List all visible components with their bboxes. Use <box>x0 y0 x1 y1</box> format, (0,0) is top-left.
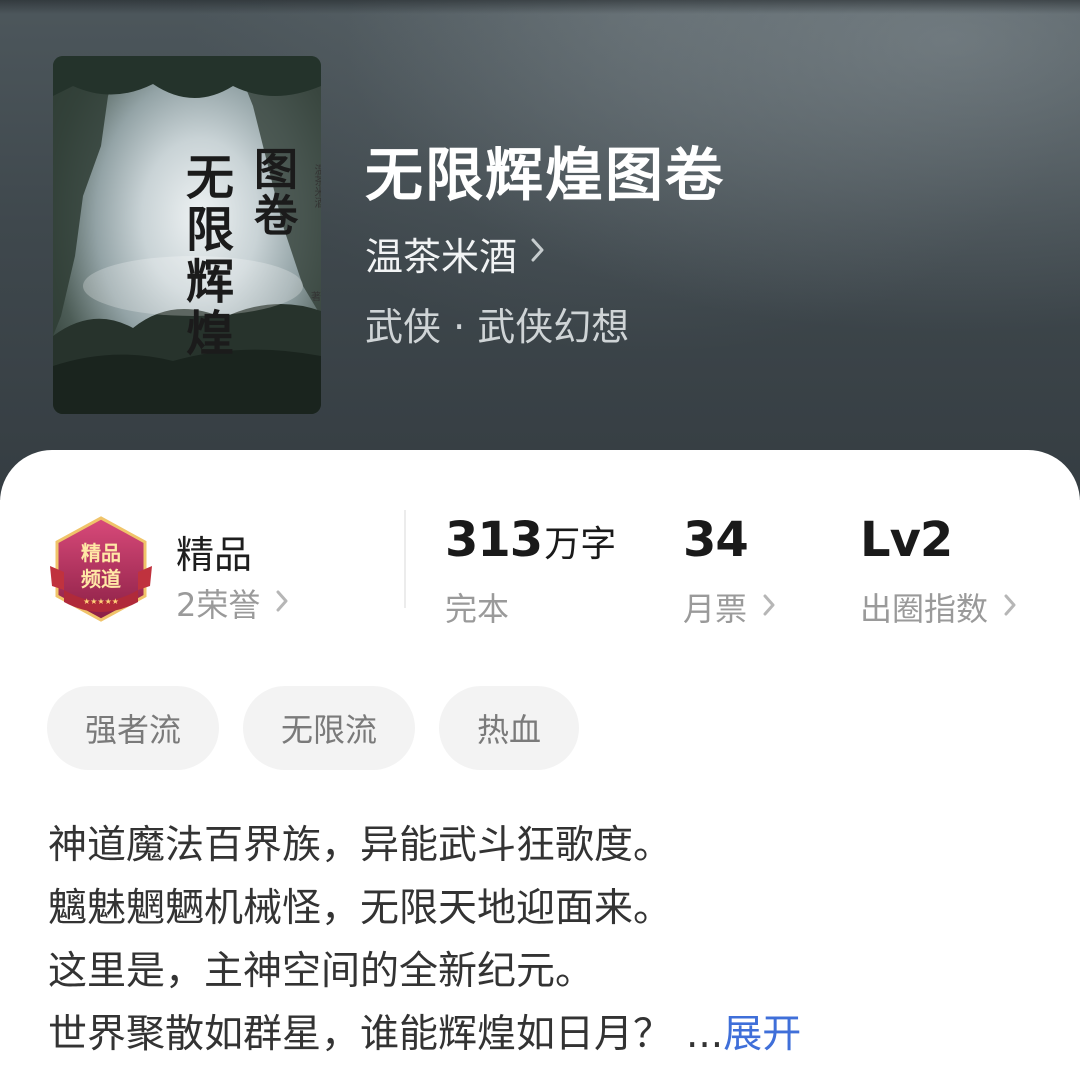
cover-title-main: 无限辉煌 <box>177 152 233 360</box>
cover-author: 温茶米酒 <box>313 164 321 208</box>
chevron-right-icon <box>276 587 288 620</box>
expand-description-button[interactable]: 展开 <box>723 1012 801 1057</box>
description-line: 魑魅魍魉机械怪，无限天地迎面来。 <box>48 886 673 931</box>
stats-divider <box>404 510 406 608</box>
monthly-ticket-count: 34 <box>683 512 749 568</box>
book-detail-sheet: 精品 频道 ★★★★★ 精品 2荣誉 313万字 完本 34 月票 Lv2 出圈… <box>0 450 1080 1080</box>
tag-list: 强者流 无限流 热血 <box>47 686 603 770</box>
tag-chip[interactable]: 无限流 <box>243 686 416 770</box>
book-genre[interactable]: 武侠 · 武侠幻想 <box>365 296 629 351</box>
description-line: 神道魔法百界族，异能武斗狂歌度。 <box>48 823 673 868</box>
breakout-index-link[interactable]: 出圈指数 <box>860 584 1016 630</box>
author-link[interactable]: 温茶米酒 <box>365 226 545 281</box>
badge-text-bottom: 频道 <box>81 567 121 591</box>
word-count-value: 313 <box>445 512 543 568</box>
description-line: 世界聚散如群星，谁能辉煌如日月？ <box>48 1012 673 1057</box>
description-ellipsis: ... <box>686 1012 724 1057</box>
chevron-right-icon <box>763 591 775 624</box>
book-cover[interactable]: 无限辉煌 图卷 温茶米酒 著 <box>53 56 321 414</box>
book-title: 无限辉煌图卷 <box>365 141 726 209</box>
quality-badge-icon: 精品 频道 ★★★★★ <box>50 516 152 622</box>
book-header: 无限辉煌 图卷 温茶米酒 著 无限辉煌图卷 温茶米酒 武侠 · 武侠幻想 <box>0 0 1080 500</box>
description-last-line: 世界聚散如群星，谁能辉煌如日月？ ...展开 <box>48 1003 1038 1066</box>
book-description: 神道魔法百界族，异能武斗狂歌度。 魑魅魍魉机械怪，无限天地迎面来。 这里是，主神… <box>48 814 1038 1066</box>
breakout-index-level: Lv2 <box>860 512 953 568</box>
description-line: 这里是，主神空间的全新纪元。 <box>48 949 595 994</box>
word-count: 313万字 <box>445 512 616 568</box>
badge-text-top: 精品 <box>81 541 121 565</box>
monthly-ticket-link[interactable]: 月票 <box>683 584 775 630</box>
svg-text:★★★★★: ★★★★★ <box>83 597 119 606</box>
breakout-index-label: 出圈指数 <box>860 590 989 628</box>
completion-status: 完本 <box>445 584 509 630</box>
monthly-ticket-label: 月票 <box>683 590 748 628</box>
author-name: 温茶米酒 <box>365 235 518 279</box>
chevron-right-icon <box>531 236 545 271</box>
cover-title-sub: 图卷 <box>246 146 297 238</box>
word-count-unit: 万字 <box>544 524 617 565</box>
quality-label: 精品 <box>176 533 253 577</box>
tag-chip[interactable]: 热血 <box>439 686 580 770</box>
cover-author-suffix: 著 <box>311 292 321 303</box>
chevron-right-icon <box>1004 591 1016 624</box>
tag-chip[interactable]: 强者流 <box>47 686 220 770</box>
honors-count: 2荣誉 <box>176 586 261 624</box>
completion-status-label: 完本 <box>445 590 510 628</box>
status-bar-fade <box>0 0 1080 14</box>
honors-link[interactable]: 2荣誉 <box>176 580 288 626</box>
